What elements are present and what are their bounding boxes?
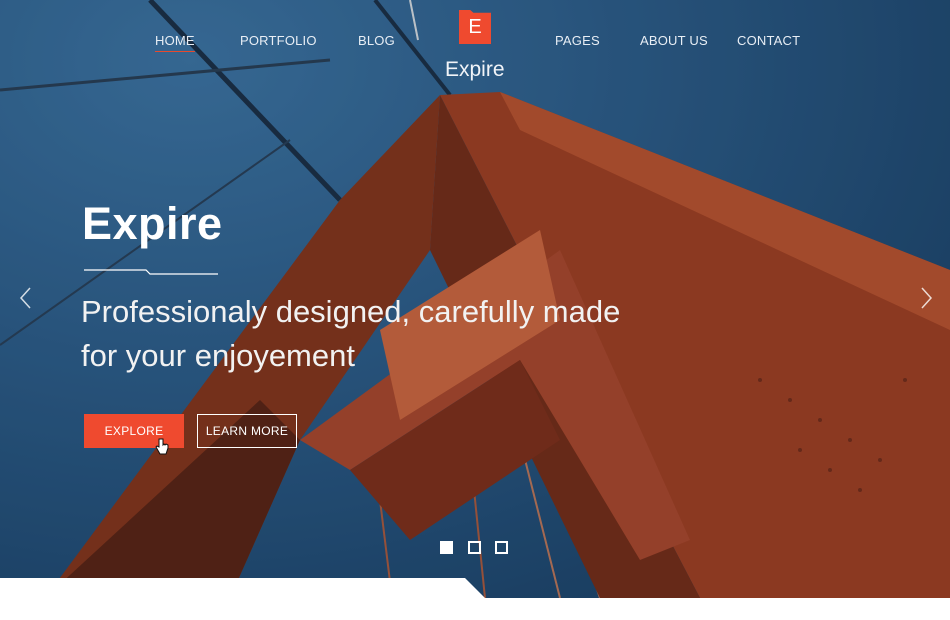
nav-portfolio[interactable]: PORTFOLIO xyxy=(240,33,317,48)
nav-pages[interactable]: PAGES xyxy=(555,33,600,48)
nav-home[interactable]: HOME xyxy=(155,33,195,52)
chevron-left-icon[interactable] xyxy=(16,286,36,310)
hand-cursor-icon xyxy=(155,438,169,455)
brand-logo-icon[interactable]: E xyxy=(459,10,491,44)
brand-name[interactable]: Expire xyxy=(445,58,505,82)
hero-subtitle-line-2: for your enjoyement xyxy=(81,338,355,373)
nav-contact[interactable]: CONTACT xyxy=(737,33,800,48)
slide-dot-3[interactable] xyxy=(495,541,508,554)
slide-dot-2[interactable] xyxy=(468,541,481,554)
chevron-right-icon[interactable] xyxy=(916,286,936,310)
nav-about-us[interactable]: ABOUT US xyxy=(640,33,708,48)
hero-subtitle-line-1: Professionaly designed, carefully made xyxy=(81,294,621,329)
title-divider xyxy=(84,269,218,275)
section-edge xyxy=(0,578,950,620)
nav-blog[interactable]: BLOG xyxy=(358,33,395,48)
learn-more-button[interactable]: LEARN MORE xyxy=(197,414,297,448)
hero-section: HOME PORTFOLIO BLOG PAGES ABOUT US CONTA… xyxy=(0,0,950,598)
explore-button[interactable]: EXPLORE xyxy=(84,414,184,448)
slide-dot-1[interactable] xyxy=(440,541,453,554)
hero-subtitle: Professionaly designed, carefully made f… xyxy=(81,290,721,378)
hero-title: Expire xyxy=(82,198,223,249)
